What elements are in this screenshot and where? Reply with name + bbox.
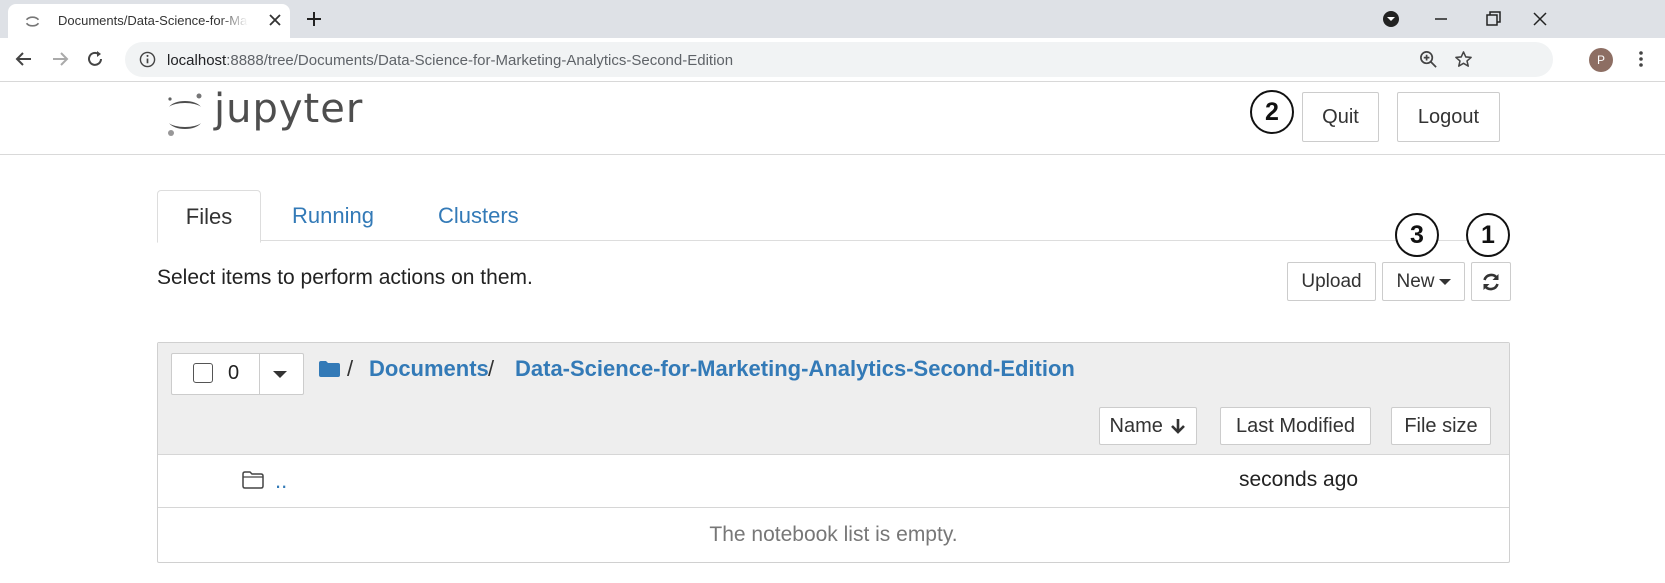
refresh-icon (1483, 273, 1499, 291)
zoom-icon[interactable] (1419, 50, 1438, 69)
logout-button[interactable]: Logout (1397, 92, 1500, 142)
back-arrow-icon[interactable] (14, 49, 34, 69)
select-all-checkbox[interactable] (193, 363, 213, 383)
empty-list-message: The notebook list is empty. (709, 523, 958, 546)
url-path: :8888/tree/Documents/Data-Science-for-Ma… (226, 52, 734, 69)
sort-by-modified-button[interactable]: Last Modified (1220, 407, 1371, 445)
sort-name-label: Name (1109, 415, 1163, 437)
profile-menu-icon[interactable] (1380, 8, 1402, 30)
browser-menu-icon[interactable] (1631, 49, 1651, 69)
notebook-list: 0 / Documents / Data-Science-for-Marketi… (157, 342, 1510, 563)
minimize-icon[interactable] (1430, 8, 1452, 30)
select-all-group: 0 (171, 353, 304, 395)
info-icon[interactable] (139, 51, 156, 68)
last-modified-text: seconds ago (1239, 468, 1359, 491)
jupyter-logo-icon[interactable] (164, 90, 206, 140)
folder-solid-icon[interactable] (318, 360, 341, 378)
sort-by-size-button[interactable]: File size (1391, 407, 1491, 445)
tab-files[interactable]: Files (157, 190, 261, 243)
address-bar[interactable]: localhost:8888/tree/Documents/Data-Scien… (125, 42, 1553, 77)
notebook-list-header: 0 / Documents / Data-Science-for-Marketi… (158, 343, 1509, 455)
breadcrumb-separator: / (347, 356, 354, 381)
tab-clusters[interactable]: Clusters (438, 190, 519, 241)
browser-tab-title: Documents/Data-Science-for-Marketing-Ana… (58, 13, 248, 28)
new-button-label: New (1396, 271, 1435, 292)
jupyter-favicon-icon (25, 16, 40, 27)
url-host: localhost (167, 52, 227, 69)
bookmark-star-icon[interactable] (1454, 50, 1473, 69)
url-text: localhost:8888/tree/Documents/Data-Scien… (167, 52, 733, 69)
browser-toolbar: localhost:8888/tree/Documents/Data-Scien… (0, 38, 1665, 82)
breadcrumb-separator: / (488, 356, 495, 381)
quit-button[interactable]: Quit (1302, 92, 1379, 142)
restore-icon[interactable] (1482, 8, 1504, 30)
parent-folder-link[interactable]: .. (275, 468, 287, 494)
callout-2: 2 (1250, 90, 1294, 134)
jupyter-header: jupyter 2 Quit Logout (0, 82, 1665, 155)
sort-by-name-button[interactable]: Name (1099, 407, 1197, 445)
profile-avatar[interactable]: P (1589, 48, 1613, 72)
arrow-down-icon (1171, 419, 1186, 434)
reload-icon[interactable] (85, 49, 105, 69)
selection-hint: Select items to perform actions on them. (157, 266, 533, 289)
new-tab-icon[interactable] (305, 10, 323, 28)
chevron-down-icon (1438, 278, 1451, 285)
select-divider (259, 354, 260, 394)
new-dropdown-button[interactable]: New (1382, 262, 1465, 301)
upload-button[interactable]: Upload (1287, 262, 1376, 301)
callout-1: 1 (1466, 213, 1510, 257)
list-item[interactable]: .. seconds ago (158, 455, 1509, 508)
callout-3: 3 (1395, 213, 1439, 257)
close-window-icon[interactable] (1529, 8, 1551, 30)
select-dropdown-icon[interactable] (273, 371, 287, 378)
close-tab-icon[interactable] (266, 11, 284, 29)
browser-tab-strip: Documents/Data-Science-for-Marketing-Ana… (0, 0, 1665, 38)
folder-icon (242, 471, 264, 489)
jupyter-logo-text[interactable]: jupyter (214, 86, 363, 132)
refresh-button[interactable] (1471, 262, 1511, 301)
tab-running[interactable]: Running (292, 190, 374, 241)
breadcrumb-documents[interactable]: Documents (369, 356, 489, 382)
browser-tab[interactable]: Documents/Data-Science-for-Marketing-Ana… (8, 4, 290, 38)
selected-count: 0 (228, 362, 240, 384)
forward-arrow-icon[interactable] (50, 49, 70, 69)
breadcrumb-current-folder[interactable]: Data-Science-for-Marketing-Analytics-Sec… (515, 356, 1075, 382)
